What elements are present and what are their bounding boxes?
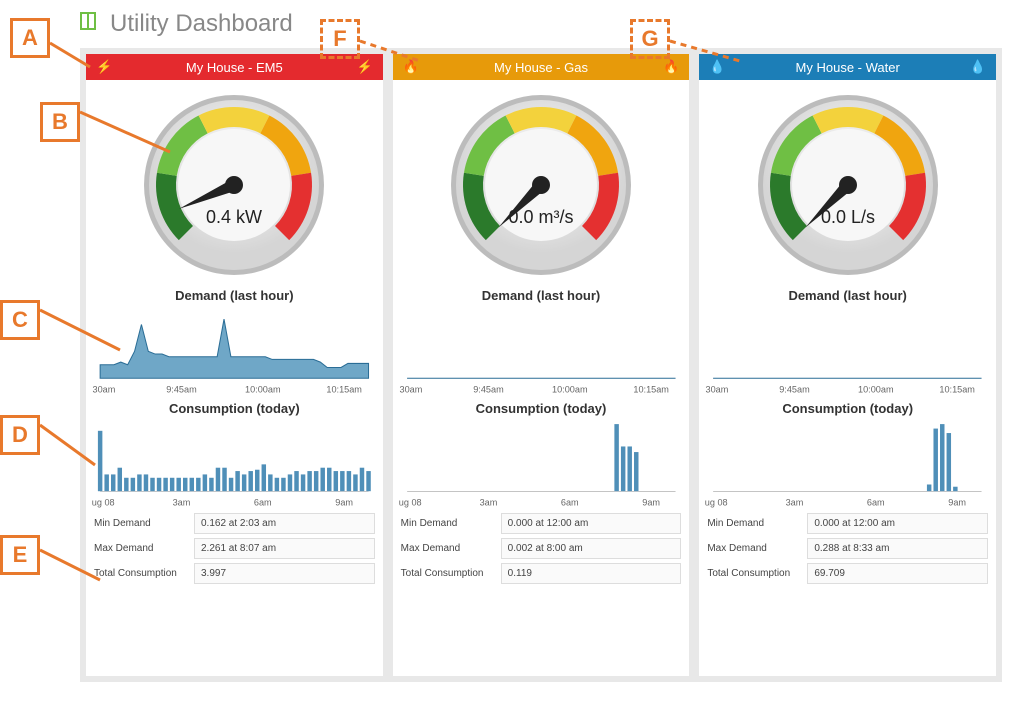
demand-label: Demand (last hour) (86, 288, 383, 303)
gauge-gas: 0.0 m³/s (446, 90, 636, 280)
flame-icon: 🔥 (663, 59, 679, 75)
svg-text:9am: 9am (949, 497, 967, 507)
svg-text:9:45am: 9:45am (473, 384, 503, 394)
stat-tot-value: 0.119 (501, 563, 682, 584)
consumption-label: Consumption (today) (699, 401, 996, 416)
bolt-icon: ⚡ (356, 59, 372, 75)
svg-text:10:00am: 10:00am (858, 384, 894, 394)
svg-text:0.0 L/s: 0.0 L/s (821, 207, 875, 227)
svg-text:0.4 kW: 0.4 kW (206, 207, 262, 227)
gauge-electric: 0.4 kW (139, 90, 329, 280)
stats-electric: Min Demand0.162 at 2:03 am Max Demand2.2… (86, 509, 383, 596)
drop-icon: 💧 (709, 59, 725, 75)
demand-chart-electric: 9:30am 9:45am 10:00am 10:15am (86, 305, 383, 397)
dashboard-container: ⚡ My House - EM5 ⚡ 0.4 kW Demand (last h… (80, 48, 1002, 682)
svg-text:6am: 6am (254, 497, 272, 507)
panel-title: My House - Gas (419, 60, 663, 75)
svg-text:Aug 08: Aug 08 (705, 497, 728, 507)
page-title: Utility Dashboard (110, 10, 293, 38)
svg-text:9:30am: 9:30am (92, 384, 115, 394)
annotation-a: A (10, 18, 90, 58)
demand-chart-gas: 9:30am 9:45am 10:00am 10:15am (393, 305, 690, 397)
panel-gas: 🔥 My House - Gas 🔥 0.0 m³/s Demand (last… (393, 54, 690, 676)
svg-text:10:15am: 10:15am (940, 384, 976, 394)
stat-max-value: 0.288 at 8:33 am (807, 538, 988, 559)
stat-tot-label: Total Consumption (401, 568, 501, 579)
logo-icon (80, 12, 102, 34)
flame-icon: 🔥 (403, 59, 419, 75)
stat-min-value: 0.000 at 12:00 am (501, 513, 682, 534)
demand-label: Demand (last hour) (393, 288, 690, 303)
consumption-chart-gas: Aug 08 3am 6am 9am (393, 418, 690, 510)
panel-title: My House - EM5 (112, 60, 356, 75)
svg-text:10:00am: 10:00am (552, 384, 588, 394)
gauge-water: 0.0 L/s (753, 90, 943, 280)
svg-text:9:45am: 9:45am (166, 384, 196, 394)
stat-max-value: 2.261 at 8:07 am (194, 538, 375, 559)
stat-tot-value: 3.997 (194, 563, 375, 584)
panel-water: 💧 My House - Water 💧 0.0 L/s Demand (las… (699, 54, 996, 676)
svg-text:10:00am: 10:00am (245, 384, 281, 394)
svg-text:6am: 6am (867, 497, 885, 507)
svg-text:9am: 9am (642, 497, 660, 507)
drop-icon: 💧 (970, 59, 986, 75)
svg-text:10:15am: 10:15am (633, 384, 669, 394)
stats-gas: Min Demand0.000 at 12:00 am Max Demand0.… (393, 509, 690, 596)
consumption-label: Consumption (today) (393, 401, 690, 416)
panel-header-electric[interactable]: ⚡ My House - EM5 ⚡ (86, 54, 383, 80)
stat-tot-value: 69.709 (807, 563, 988, 584)
stat-min-value: 0.162 at 2:03 am (194, 513, 375, 534)
stat-min-value: 0.000 at 12:00 am (807, 513, 988, 534)
panel-electric: ⚡ My House - EM5 ⚡ 0.4 kW Demand (last h… (86, 54, 383, 676)
stat-min-label: Min Demand (401, 518, 501, 529)
svg-text:9:30am: 9:30am (705, 384, 728, 394)
stat-max-label: Max Demand (94, 543, 194, 554)
stat-tot-label: Total Consumption (707, 568, 807, 579)
stat-tot-label: Total Consumption (94, 568, 194, 579)
svg-text:9am: 9am (335, 497, 353, 507)
svg-text:Aug 08: Aug 08 (399, 497, 422, 507)
panel-header-water[interactable]: 💧 My House - Water 💧 (699, 54, 996, 80)
svg-text:0.0 m³/s: 0.0 m³/s (508, 207, 573, 227)
stats-water: Min Demand0.000 at 12:00 am Max Demand0.… (699, 509, 996, 596)
stat-max-label: Max Demand (401, 543, 501, 554)
svg-text:3am: 3am (786, 497, 804, 507)
consumption-chart-electric: Aug 08 3am 6am 9am (86, 418, 383, 510)
svg-text:9:30am: 9:30am (399, 384, 422, 394)
svg-text:10:15am: 10:15am (326, 384, 362, 394)
svg-text:9:45am: 9:45am (780, 384, 810, 394)
consumption-chart-water: Aug 08 3am 6am 9am (699, 418, 996, 510)
stat-min-label: Min Demand (707, 518, 807, 529)
svg-text:3am: 3am (173, 497, 191, 507)
stat-max-value: 0.002 at 8:00 am (501, 538, 682, 559)
svg-text:3am: 3am (479, 497, 497, 507)
stat-max-label: Max Demand (707, 543, 807, 554)
svg-text:6am: 6am (561, 497, 579, 507)
panel-header-gas[interactable]: 🔥 My House - Gas 🔥 (393, 54, 690, 80)
demand-chart-water: 9:30am 9:45am 10:00am 10:15am (699, 305, 996, 397)
stat-min-label: Min Demand (94, 518, 194, 529)
bolt-icon: ⚡ (96, 59, 112, 75)
panel-title: My House - Water (726, 60, 970, 75)
svg-text:Aug 08: Aug 08 (92, 497, 115, 507)
consumption-label: Consumption (today) (86, 401, 383, 416)
demand-label: Demand (last hour) (699, 288, 996, 303)
